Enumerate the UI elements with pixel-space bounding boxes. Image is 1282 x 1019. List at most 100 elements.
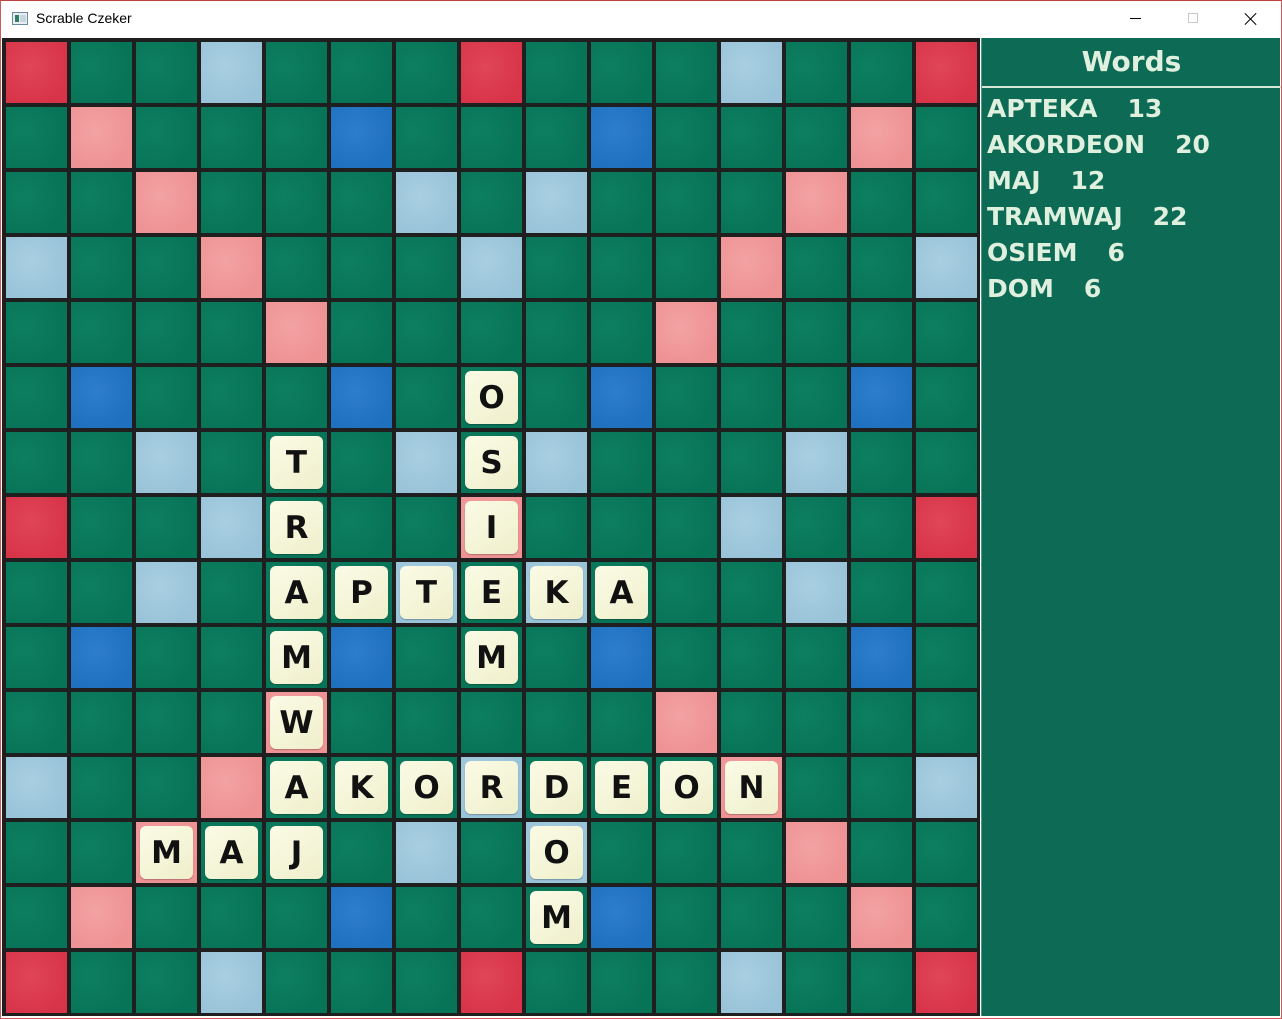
- board-square[interactable]: [656, 432, 717, 493]
- board-square[interactable]: [721, 172, 782, 233]
- board-square[interactable]: [916, 302, 977, 363]
- board-square[interactable]: [396, 692, 457, 753]
- board-square[interactable]: [526, 107, 587, 168]
- board-square[interactable]: [201, 432, 262, 493]
- board-square[interactable]: [916, 172, 977, 233]
- board-square[interactable]: [136, 42, 197, 103]
- board-square[interactable]: [201, 562, 262, 623]
- board-square[interactable]: [71, 497, 132, 558]
- minimize-button[interactable]: [1106, 1, 1164, 37]
- word-row[interactable]: MAJ 12: [987, 162, 1277, 198]
- board-square[interactable]: [786, 627, 847, 688]
- double-word-square[interactable]: M: [136, 822, 197, 883]
- double-word-square[interactable]: [786, 822, 847, 883]
- board-square[interactable]: [201, 627, 262, 688]
- title-bar[interactable]: Scrable Czeker: [1, 1, 1281, 37]
- board-square[interactable]: [6, 822, 67, 883]
- board-square[interactable]: [461, 107, 522, 168]
- board-square[interactable]: [786, 107, 847, 168]
- letter-tile[interactable]: O: [465, 371, 518, 424]
- board-square[interactable]: [656, 822, 717, 883]
- board-square[interactable]: [6, 627, 67, 688]
- board-square[interactable]: [71, 237, 132, 298]
- double-letter-square[interactable]: [396, 172, 457, 233]
- triple-word-square[interactable]: [916, 497, 977, 558]
- letter-tile[interactable]: R: [465, 761, 518, 814]
- board-square[interactable]: [71, 757, 132, 818]
- board-square[interactable]: M: [526, 887, 587, 948]
- board-square[interactable]: [591, 822, 652, 883]
- board-square[interactable]: S: [461, 432, 522, 493]
- board-square[interactable]: [136, 887, 197, 948]
- board-square[interactable]: [461, 302, 522, 363]
- double-word-square[interactable]: [656, 692, 717, 753]
- board-square[interactable]: [201, 302, 262, 363]
- board-square[interactable]: [396, 107, 457, 168]
- triple-word-square[interactable]: [6, 42, 67, 103]
- double-letter-square[interactable]: [721, 42, 782, 103]
- double-word-square[interactable]: [721, 237, 782, 298]
- letter-tile[interactable]: T: [400, 566, 453, 619]
- double-letter-square[interactable]: [6, 757, 67, 818]
- board-square[interactable]: [396, 367, 457, 428]
- letter-tile[interactable]: T: [270, 436, 323, 489]
- board-square[interactable]: [266, 887, 327, 948]
- board-square[interactable]: [526, 42, 587, 103]
- letter-tile[interactable]: P: [335, 566, 388, 619]
- board-square[interactable]: E: [461, 562, 522, 623]
- board-square[interactable]: [6, 432, 67, 493]
- letter-tile[interactable]: I: [465, 501, 518, 554]
- letter-tile[interactable]: A: [595, 566, 648, 619]
- board-square[interactable]: [331, 237, 392, 298]
- board-square[interactable]: [71, 562, 132, 623]
- double-letter-square[interactable]: R: [461, 757, 522, 818]
- double-letter-square[interactable]: [786, 432, 847, 493]
- board-square[interactable]: [526, 237, 587, 298]
- double-letter-square[interactable]: O: [526, 822, 587, 883]
- triple-letter-square[interactable]: [331, 627, 392, 688]
- letter-tile[interactable]: D: [530, 761, 583, 814]
- board-square[interactable]: [851, 952, 912, 1013]
- double-letter-square[interactable]: [396, 432, 457, 493]
- board-square[interactable]: [461, 822, 522, 883]
- board-square[interactable]: [786, 952, 847, 1013]
- board-square[interactable]: [656, 107, 717, 168]
- board-square[interactable]: [331, 822, 392, 883]
- board-square[interactable]: K: [331, 757, 392, 818]
- triple-word-square[interactable]: [916, 42, 977, 103]
- letter-tile[interactable]: E: [595, 761, 648, 814]
- board-square[interactable]: [201, 367, 262, 428]
- letter-tile[interactable]: K: [335, 761, 388, 814]
- triple-letter-square[interactable]: [591, 887, 652, 948]
- double-letter-square[interactable]: [396, 822, 457, 883]
- triple-letter-square[interactable]: [331, 107, 392, 168]
- double-word-square[interactable]: W: [266, 692, 327, 753]
- double-letter-square[interactable]: [6, 237, 67, 298]
- letter-tile[interactable]: M: [140, 826, 193, 879]
- board-square[interactable]: [851, 237, 912, 298]
- double-letter-square[interactable]: [201, 952, 262, 1013]
- board-square[interactable]: [656, 497, 717, 558]
- triple-letter-square[interactable]: [71, 367, 132, 428]
- board-square[interactable]: [721, 302, 782, 363]
- board-square[interactable]: [331, 42, 392, 103]
- board-square[interactable]: [786, 497, 847, 558]
- board-square[interactable]: [331, 952, 392, 1013]
- board-square[interactable]: R: [266, 497, 327, 558]
- board-square[interactable]: [851, 172, 912, 233]
- board-square[interactable]: O: [656, 757, 717, 818]
- board-square[interactable]: A: [266, 757, 327, 818]
- letter-tile[interactable]: A: [205, 826, 258, 879]
- double-letter-square[interactable]: [721, 952, 782, 1013]
- board-square[interactable]: [851, 562, 912, 623]
- double-word-square[interactable]: [71, 887, 132, 948]
- board-square[interactable]: [331, 302, 392, 363]
- board-square[interactable]: [786, 42, 847, 103]
- board-square[interactable]: [721, 562, 782, 623]
- letter-tile[interactable]: A: [270, 761, 323, 814]
- board-square[interactable]: [916, 432, 977, 493]
- board-square[interactable]: O: [396, 757, 457, 818]
- double-word-square[interactable]: [851, 107, 912, 168]
- board-square[interactable]: [656, 952, 717, 1013]
- board-square[interactable]: [786, 757, 847, 818]
